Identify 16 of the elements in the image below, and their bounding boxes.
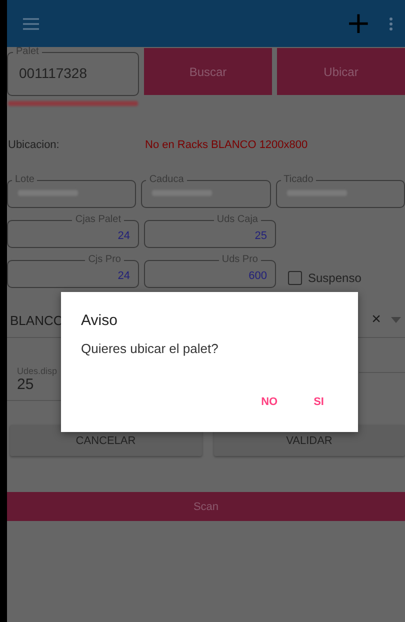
clear-button[interactable]: × xyxy=(372,311,381,329)
dialog-title: Aviso xyxy=(81,312,118,329)
scan-button[interactable]: Scan xyxy=(7,492,405,521)
dialog-button[interactable]: NO xyxy=(257,392,282,412)
add-button[interactable]: + xyxy=(346,8,371,38)
action-button[interactable]: Ubicar xyxy=(277,48,405,95)
dialog-button[interactable]: SI xyxy=(310,392,328,412)
location-value: No en Racks BLANCO 1200x800 xyxy=(145,139,308,151)
more-icon[interactable] xyxy=(389,16,393,30)
menu-icon[interactable] xyxy=(23,18,39,30)
checkbox[interactable] xyxy=(288,271,302,285)
action-button[interactable]: Buscar xyxy=(144,48,272,95)
checkbox-label: Suspenso xyxy=(308,271,362,285)
location-label: Ubicacion: xyxy=(8,139,60,151)
dropdown-arrow-icon xyxy=(391,317,401,323)
dialog-message: Quieres ubicar el palet? xyxy=(81,341,220,356)
